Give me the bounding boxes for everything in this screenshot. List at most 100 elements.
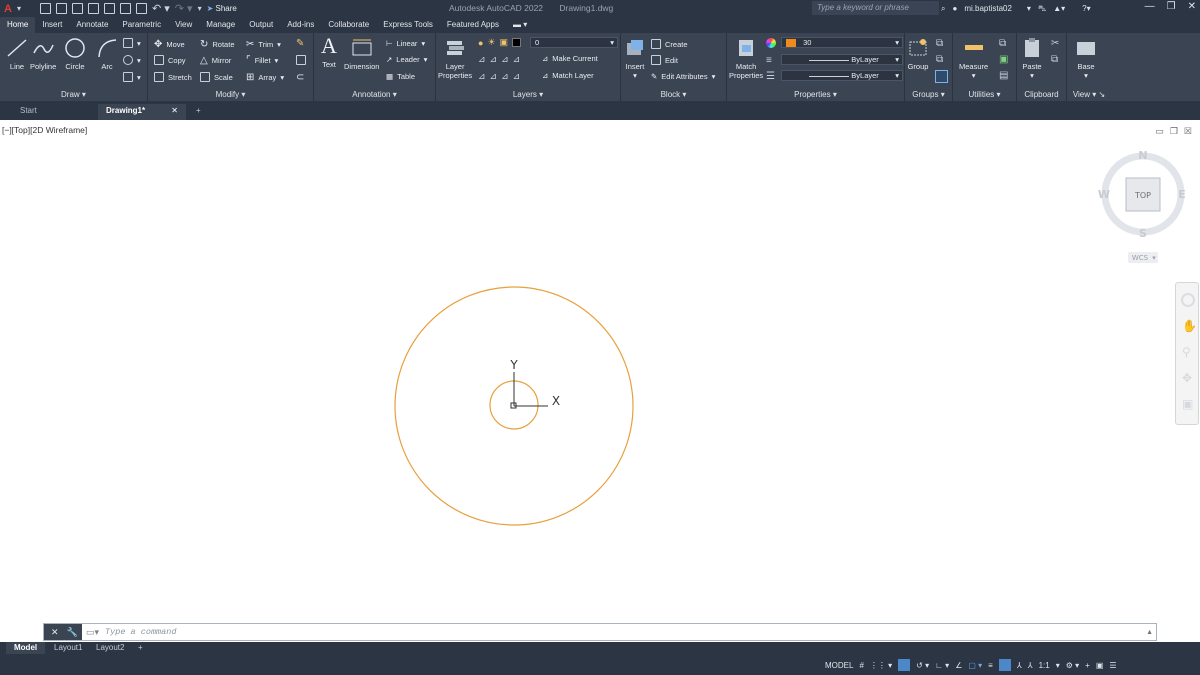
quick-select-icon[interactable]: ⧉ [999,38,1006,49]
tab-manage[interactable]: Manage [199,17,242,33]
stretch-button[interactable]: Stretch [154,72,192,82]
command-input[interactable]: Type a command [99,627,176,637]
insert-button[interactable]: Insert ▾ [624,37,646,80]
steering-wheel-icon[interactable] [1181,293,1195,307]
command-expand-icon[interactable]: ▲ [1146,629,1153,636]
compass-e[interactable]: E [1178,188,1186,201]
rectangle-button[interactable]: ▾ [123,38,141,48]
annotation-autoscale-icon[interactable]: ⅄ [1017,661,1022,670]
copy-clip-icon[interactable]: ⧉ [1051,54,1058,65]
open-file-icon[interactable] [55,3,67,14]
tab-start[interactable]: Start [12,104,88,120]
compass-w[interactable]: W [1098,188,1110,201]
linear-button[interactable]: ⊢ Linear ▾ [386,39,425,48]
annotation-scale-icon[interactable]: ⅄ [1028,661,1033,670]
tab-model[interactable]: Model [6,642,46,654]
model-space-button[interactable]: MODEL [825,661,853,670]
group-select-icon[interactable] [935,70,948,83]
object-snap-tracking-icon[interactable]: ∠ [955,661,962,670]
hatch-button[interactable]: ▾ [123,55,141,65]
open-from-web-icon[interactable] [103,3,115,14]
array-chevron-icon[interactable]: ▾ [280,73,284,82]
layer-dropdown[interactable]: 0 ▾ [530,37,618,48]
array-button[interactable]: ⊞ Array ▾ [246,72,284,83]
workspace-gear-icon[interactable]: ⚙ ▾ [1066,661,1079,670]
table-button[interactable]: ▦ Table [386,72,415,81]
autodesk-app-icon[interactable]: ▲▾ [1053,4,1065,13]
customization-icon[interactable]: ☰ [1109,661,1116,670]
cart-icon[interactable]: ⛍ [1038,4,1046,14]
offset-button[interactable]: ⊂ [296,72,304,83]
make-current-button[interactable]: ⊿ Make Current [542,54,598,63]
panel-block-title[interactable]: Block ▾ [621,90,726,99]
help-icon[interactable]: ?▾ [1082,4,1090,13]
customize-qat-icon[interactable]: ▾ [198,4,202,13]
polyline-button[interactable]: Polyline [30,37,56,71]
move-button[interactable]: ✥ Move [154,39,185,50]
tab-add-ins[interactable]: Add-ins [280,17,321,33]
trim-button[interactable]: ✂ Trim ▾ [246,39,281,50]
tab-home[interactable]: Home [0,17,36,33]
arc-button[interactable]: Arc [96,37,118,71]
layer-tools-row-2[interactable]: ⊿ ⊿ ⊿ ⊿ [478,71,520,82]
copy-button[interactable]: Copy [154,55,186,65]
add-icon[interactable]: + [1085,661,1090,670]
group-button[interactable]: Group [907,37,929,71]
measure-button[interactable]: Measure ▾ [959,37,988,80]
linetype-icon[interactable]: ☰ [766,71,775,82]
viewcube[interactable]: N S W E TOP WCS ▾ [1097,148,1193,268]
isodraft-icon[interactable]: ∟ ▾ [935,661,949,670]
close-icon[interactable]: ✕ [1188,1,1196,12]
lineweight-toggle-icon[interactable]: ≡ [988,661,993,670]
edit-block-button[interactable]: Edit [651,55,678,65]
add-layout-button[interactable]: + [130,642,151,654]
text-button[interactable]: A Text [318,33,340,69]
mirror-button[interactable]: △ Mirror [200,55,231,66]
tab-featured-apps[interactable]: Featured Apps [440,17,506,33]
panel-draw-title[interactable]: Draw ▾ [0,90,147,99]
tab-parametric[interactable]: Parametric [115,17,168,33]
orbit-icon[interactable]: ✥ [1182,371,1192,385]
color-dropdown[interactable]: 30 ▾ [781,37,903,48]
command-history-icon[interactable]: ▭▾ [86,627,99,638]
circle-button[interactable]: Circle [64,37,86,71]
select-all-icon[interactable]: ▣ [999,54,1008,65]
lineweight-icon[interactable]: ≡ [766,55,772,66]
fillet-chevron-icon[interactable]: ▾ [275,56,279,65]
tab-express-tools[interactable]: Express Tools [376,17,440,33]
compass-s[interactable]: S [1139,227,1147,240]
calculator-icon[interactable]: ▤ [999,70,1008,81]
isolate-objects-icon[interactable]: ▣ [1096,661,1104,670]
erase-button[interactable]: ✎ [296,38,304,49]
match-layer-button[interactable]: ⊿ Match Layer [542,71,594,80]
tab-view[interactable]: View [168,17,199,33]
ortho-icon[interactable] [898,659,911,671]
trim-chevron-icon[interactable]: ▾ [277,40,281,49]
leader-button[interactable]: ↗ Leader ▾ [386,55,427,64]
undo-icon[interactable]: ↶ ▾ [152,2,170,15]
panel-utilities-title[interactable]: Utilities ▾ [953,90,1016,99]
tab-collaborate[interactable]: Collaborate [321,17,376,33]
ribbon-display-toggle-icon[interactable]: ▬ ▾ [506,17,534,33]
explode-button[interactable] [296,55,306,65]
close-tab-icon[interactable]: ✕ [171,106,178,115]
linetype-dropdown[interactable]: ByLayer ▾ [781,70,903,81]
search-input[interactable]: Type a keyword or phrase [812,1,939,15]
save-icon[interactable] [71,3,83,14]
pan-icon[interactable]: ✋ [1182,319,1197,333]
zoom-extents-icon[interactable]: ⚲ [1182,345,1191,359]
annotation-scale-value[interactable]: 1:1 [1039,661,1050,670]
compass-n[interactable]: N [1138,149,1147,162]
layer-properties-button[interactable]: Layer Properties [438,37,472,80]
group-edit-icon[interactable]: ⧉ [936,54,943,65]
layer-state-icons[interactable]: ● ☀ ▣ [478,37,522,48]
layer-tools-row-1[interactable]: ⊿ ⊿ ⊿ ⊿ [478,54,520,65]
app-menu-icon[interactable]: A [4,3,12,15]
tab-layout1[interactable]: Layout1 [46,642,90,654]
user-icon[interactable]: ● [952,4,957,13]
new-file-icon[interactable] [39,3,51,14]
save-as-icon[interactable] [87,3,99,14]
app-menu-chevron-icon[interactable]: ▾ [17,4,21,13]
plot-icon[interactable] [135,3,147,14]
snap-icon[interactable]: ⋮⋮ ▾ [870,661,892,670]
